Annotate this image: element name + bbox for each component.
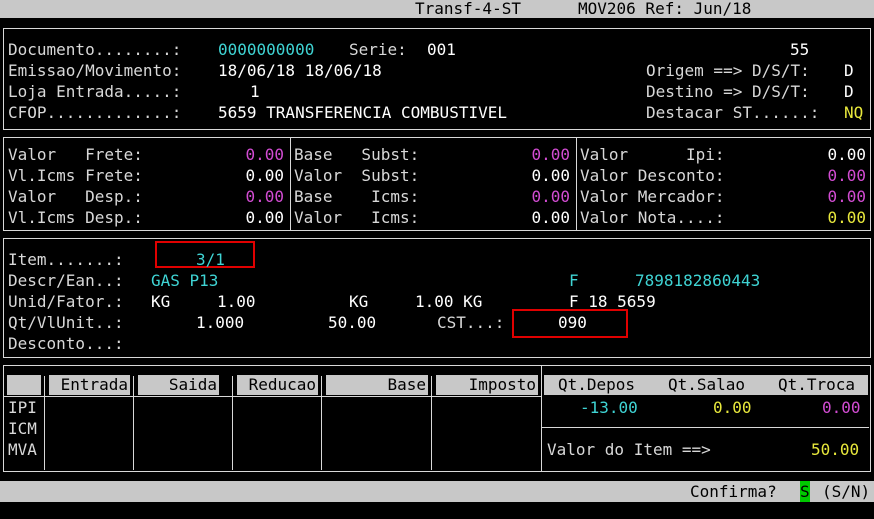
tax-header-rule — [4, 396, 541, 397]
unid-label: Unid/Fator.: — [8, 292, 124, 311]
loja-label: Loja Entrada.....: — [8, 82, 182, 101]
descr-field[interactable]: GAS P13 — [151, 270, 218, 291]
top-right-value: 55 — [790, 40, 810, 59]
stock-rule — [542, 427, 869, 428]
descr-label: Descr/Ean..: — [8, 271, 124, 290]
stock-depos-value: -13.00 — [580, 398, 638, 417]
valor-item-value: 50.00 — [811, 440, 860, 459]
unid2-field[interactable]: KG — [349, 291, 368, 312]
subst-value-0: 0.00 — [531, 145, 570, 164]
tax-col-line-1 — [44, 376, 45, 470]
movement-ref: MOV206 Ref: Jun/18 — [578, 0, 752, 18]
documento-field[interactable]: 0000000000 — [218, 39, 314, 60]
tax-header-saida: Saida — [138, 375, 219, 395]
origem-field[interactable]: D — [844, 60, 854, 81]
nota-label-2: Valor Mercador: — [580, 187, 725, 206]
freight-value-2: 0.00 — [245, 187, 284, 206]
confirm-prompt: Confirma? — [690, 482, 777, 501]
tax-row-ipi: IPI — [8, 398, 37, 417]
tax-col-line-6 — [541, 366, 542, 471]
totals-divider-2 — [576, 138, 577, 230]
tax-col-line-5 — [431, 376, 432, 470]
stock-header-troca: Qt.Troca — [778, 375, 856, 394]
desconto-label: Desconto...: — [8, 334, 124, 353]
freight-label-2: Valor Desp.: — [8, 187, 143, 206]
freight-value-1: 0.00 — [245, 166, 284, 185]
subst-value-2: 0.00 — [531, 187, 570, 206]
vlunit-field[interactable]: 50.00 — [328, 312, 376, 333]
tax-col-line-4 — [321, 376, 322, 470]
tax-header-entrada: Entrada — [49, 375, 130, 395]
totals-divider-1 — [290, 138, 291, 230]
freight-label-0: Valor Frete: — [8, 145, 143, 164]
ean-field[interactable]: 7898182860443 — [635, 270, 760, 291]
nota-label-0: Valor Ipi: — [580, 145, 725, 164]
title-bar: Transf-4-ST MOV206 Ref: Jun/18 — [0, 0, 874, 18]
stock-troca-value: 0.00 — [822, 398, 861, 417]
subst-label-1: Valor Subst: — [294, 166, 420, 185]
item-field[interactable]: 3/1 — [196, 249, 225, 270]
fator2-field[interactable]: 1.00 KG — [415, 291, 482, 312]
cst-field[interactable]: 090 — [558, 312, 587, 333]
cst-label: CST...: — [437, 313, 505, 332]
tax-row-mva: MVA — [8, 440, 37, 459]
item-label: Item.......: — [8, 250, 124, 269]
nota-label-1: Valor Desconto: — [580, 166, 725, 185]
subst-value-3: 0.00 — [531, 208, 570, 227]
stock-header-salao: Qt.Salao — [668, 375, 746, 394]
loja-field[interactable]: 1 — [250, 81, 260, 102]
subst-label-0: Base Subst: — [294, 145, 420, 164]
nota-label-3: Valor Nota....: — [580, 208, 725, 227]
serie-field[interactable]: 001 — [427, 39, 456, 60]
confirm-input[interactable]: S — [800, 481, 810, 502]
freight-value-3: 0.00 — [245, 208, 284, 227]
emissao-field[interactable]: 18/06/18 18/06/18 — [218, 60, 382, 81]
unid1-field[interactable]: KG — [151, 291, 170, 312]
tax-col-line-2 — [133, 376, 134, 470]
stock-salao-value: 0.00 — [713, 398, 752, 417]
tax-row-icm: ICM — [8, 419, 37, 438]
emissao-label: Emissao/Movimento: — [8, 61, 182, 80]
confirm-options: (S/N) — [822, 482, 871, 501]
tax-header-reducao: Reducao — [237, 375, 318, 395]
tax-header-blank — [7, 375, 41, 395]
valor-item-label: Valor do Item ==> — [547, 440, 711, 459]
destacar-label: Destacar ST......: — [646, 103, 820, 122]
freight-label-3: Vl.Icms Desp.: — [8, 208, 143, 227]
subst-value-1: 0.00 — [531, 166, 570, 185]
tax-header-base: Base — [326, 375, 428, 395]
destino-label: Destino => D/S/T: — [646, 82, 810, 101]
cfop-label: CFOP.............: — [8, 103, 182, 122]
tax-header-imposto: Imposto — [436, 375, 538, 395]
tax-col-line-3 — [232, 376, 233, 470]
descr-flag: F — [569, 271, 579, 290]
subst-label-2: Base Icms: — [294, 187, 420, 206]
stock-header-depos: Qt.Depos — [558, 375, 636, 394]
documento-label: Documento........: — [8, 40, 182, 59]
destacar-field[interactable]: NQ — [844, 102, 863, 123]
serie-label: Serie: — [349, 40, 407, 59]
status-bar: Confirma? S (S/N) — [0, 481, 874, 502]
nota-value-2: 0.00 — [827, 187, 866, 206]
origem-label: Origem ==> D/S/T: — [646, 61, 810, 80]
subst-label-3: Valor Icms: — [294, 208, 420, 227]
fator1-field[interactable]: 1.00 — [217, 291, 256, 312]
cfop-field[interactable]: 5659 TRANSFERENCIA COMBUSTIVEL — [218, 102, 507, 123]
destino-field[interactable]: D — [844, 81, 854, 102]
freight-label-1: Vl.Icms Frete: — [8, 166, 143, 185]
nota-value-3: 0.00 — [827, 208, 866, 227]
freight-value-0: 0.00 — [245, 145, 284, 164]
program-title: Transf-4-ST — [415, 0, 521, 18]
qt-field[interactable]: 1.000 — [196, 312, 244, 333]
qt-label: Qt/VlUnit..: — [8, 313, 124, 332]
nota-value-1: 0.00 — [827, 166, 866, 185]
nota-value-0: 0.00 — [827, 145, 866, 164]
